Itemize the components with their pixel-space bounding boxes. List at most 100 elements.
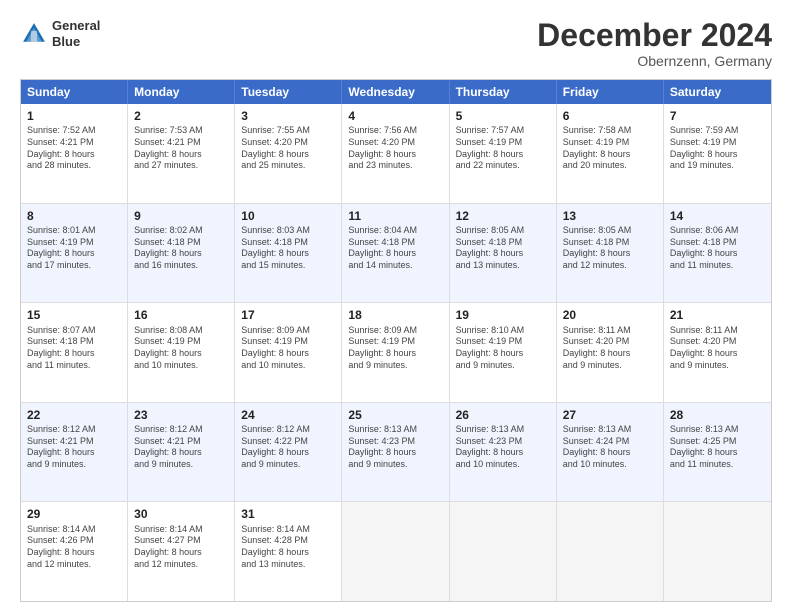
calendar-cell: 21 Sunrise: 8:11 AM Sunset: 4:20 PM Dayli… — [664, 303, 771, 402]
day-number: 26 — [456, 407, 550, 423]
calendar-cell — [342, 502, 449, 601]
calendar-cell: 10Sunrise: 8:03 AM Sunset: 4:18 PM Dayli… — [235, 204, 342, 303]
calendar-body: 1Sunrise: 7:52 AM Sunset: 4:21 PM Daylig… — [21, 104, 771, 601]
calendar-cell: 30 Sunrise: 8:14 AM Sunset: 4:27 PM Dayli… — [128, 502, 235, 601]
calendar-cell: 7Sunrise: 7:59 AM Sunset: 4:19 PM Daylig… — [664, 104, 771, 203]
day-number: 1 — [27, 108, 121, 124]
day-info: Sunrise: 8:14 AM Sunset: 4:26 PM Dayligh… — [27, 524, 121, 571]
calendar-cell: 13Sunrise: 8:05 AM Sunset: 4:18 PM Dayli… — [557, 204, 664, 303]
day-number: 14 — [670, 208, 765, 224]
calendar-cell: 6Sunrise: 7:58 AM Sunset: 4:19 PM Daylig… — [557, 104, 664, 203]
calendar-cell: 22Sunrise: 8:12 AM Sunset: 4:21 PM Dayli… — [21, 403, 128, 502]
header-day-monday: Monday — [128, 80, 235, 104]
day-number: 9 — [134, 208, 228, 224]
calendar-cell: 8Sunrise: 8:01 AM Sunset: 4:19 PM Daylig… — [21, 204, 128, 303]
calendar-cell: 26Sunrise: 8:13 AM Sunset: 4:23 PM Dayli… — [450, 403, 557, 502]
day-number: 5 — [456, 108, 550, 124]
calendar-cell: 24Sunrise: 8:12 AM Sunset: 4:22 PM Dayli… — [235, 403, 342, 502]
calendar-cell: 20 Sunrise: 8:11 AM Sunset: 4:20 PM Dayli… — [557, 303, 664, 402]
day-info: Sunrise: 8:09 AM Sunset: 4:19 PM Dayligh… — [348, 325, 442, 372]
calendar-row: 15Sunrise: 8:07 AM Sunset: 4:18 PM Dayli… — [21, 302, 771, 402]
day-number: 30 — [134, 506, 228, 522]
day-info: Sunrise: 7:52 AM Sunset: 4:21 PM Dayligh… — [27, 125, 121, 172]
day-info: Sunrise: 8:08 AM Sunset: 4:19 PM Dayligh… — [134, 325, 228, 372]
calendar-cell: 1Sunrise: 7:52 AM Sunset: 4:21 PM Daylig… — [21, 104, 128, 203]
day-number: 4 — [348, 108, 442, 124]
day-info: Sunrise: 8:14 AM Sunset: 4:27 PM Dayligh… — [134, 524, 228, 571]
calendar-cell — [450, 502, 557, 601]
calendar-row: 29 Sunrise: 8:14 AM Sunset: 4:26 PM Dayli… — [21, 501, 771, 601]
day-number: 6 — [563, 108, 657, 124]
calendar-cell: 3Sunrise: 7:55 AM Sunset: 4:20 PM Daylig… — [235, 104, 342, 203]
day-number: 11 — [348, 208, 442, 224]
day-number: 3 — [241, 108, 335, 124]
day-info: Sunrise: 8:13 AM Sunset: 4:24 PM Dayligh… — [563, 424, 657, 471]
calendar-row: 8Sunrise: 8:01 AM Sunset: 4:19 PM Daylig… — [21, 203, 771, 303]
calendar-cell: 15Sunrise: 8:07 AM Sunset: 4:18 PM Dayli… — [21, 303, 128, 402]
day-info: Sunrise: 8:12 AM Sunset: 4:21 PM Dayligh… — [134, 424, 228, 471]
day-info: Sunrise: 8:05 AM Sunset: 4:18 PM Dayligh… — [456, 225, 550, 272]
day-number: 10 — [241, 208, 335, 224]
day-number: 7 — [670, 108, 765, 124]
calendar-cell: 18 Sunrise: 8:09 AM Sunset: 4:19 PM Dayli… — [342, 303, 449, 402]
calendar-cell: 11Sunrise: 8:04 AM Sunset: 4:18 PM Dayli… — [342, 204, 449, 303]
day-number: 29 — [27, 506, 121, 522]
calendar-cell: 27Sunrise: 8:13 AM Sunset: 4:24 PM Dayli… — [557, 403, 664, 502]
day-info: Sunrise: 8:01 AM Sunset: 4:19 PM Dayligh… — [27, 225, 121, 272]
calendar-cell: 4Sunrise: 7:56 AM Sunset: 4:20 PM Daylig… — [342, 104, 449, 203]
calendar-cell: 5Sunrise: 7:57 AM Sunset: 4:19 PM Daylig… — [450, 104, 557, 203]
day-info: Sunrise: 8:03 AM Sunset: 4:18 PM Dayligh… — [241, 225, 335, 272]
header-day-saturday: Saturday — [664, 80, 771, 104]
day-info: Sunrise: 7:58 AM Sunset: 4:19 PM Dayligh… — [563, 125, 657, 172]
month-title: December 2024 — [537, 18, 772, 53]
calendar-cell: 19 Sunrise: 8:10 AM Sunset: 4:19 PM Dayli… — [450, 303, 557, 402]
day-info: Sunrise: 7:55 AM Sunset: 4:20 PM Dayligh… — [241, 125, 335, 172]
day-info: Sunrise: 8:13 AM Sunset: 4:23 PM Dayligh… — [348, 424, 442, 471]
day-number: 18 — [348, 307, 442, 323]
day-number: 15 — [27, 307, 121, 323]
day-number: 8 — [27, 208, 121, 224]
calendar-cell: 31 Sunrise: 8:14 AM Sunset: 4:28 PM Dayli… — [235, 502, 342, 601]
day-number: 2 — [134, 108, 228, 124]
header-day-tuesday: Tuesday — [235, 80, 342, 104]
day-info: Sunrise: 8:14 AM Sunset: 4:28 PM Dayligh… — [241, 524, 335, 571]
calendar-header: SundayMondayTuesdayWednesdayThursdayFrid… — [21, 80, 771, 104]
header-day-friday: Friday — [557, 80, 664, 104]
calendar-cell — [664, 502, 771, 601]
day-number: 22 — [27, 407, 121, 423]
day-info: Sunrise: 8:10 AM Sunset: 4:19 PM Dayligh… — [456, 325, 550, 372]
calendar-cell: 17 Sunrise: 8:09 AM Sunset: 4:19 PM Dayli… — [235, 303, 342, 402]
calendar-cell: 16Sunrise: 8:08 AM Sunset: 4:19 PM Dayli… — [128, 303, 235, 402]
calendar-cell: 23Sunrise: 8:12 AM Sunset: 4:21 PM Dayli… — [128, 403, 235, 502]
header-day-thursday: Thursday — [450, 80, 557, 104]
calendar-cell: 2Sunrise: 7:53 AM Sunset: 4:21 PM Daylig… — [128, 104, 235, 203]
day-info: Sunrise: 8:11 AM Sunset: 4:20 PM Dayligh… — [563, 325, 657, 372]
calendar-cell: 9Sunrise: 8:02 AM Sunset: 4:18 PM Daylig… — [128, 204, 235, 303]
day-info: Sunrise: 8:12 AM Sunset: 4:21 PM Dayligh… — [27, 424, 121, 471]
day-number: 25 — [348, 407, 442, 423]
day-info: Sunrise: 8:04 AM Sunset: 4:18 PM Dayligh… — [348, 225, 442, 272]
day-info: Sunrise: 8:02 AM Sunset: 4:18 PM Dayligh… — [134, 225, 228, 272]
day-number: 21 — [670, 307, 765, 323]
day-number: 20 — [563, 307, 657, 323]
day-info: Sunrise: 8:13 AM Sunset: 4:25 PM Dayligh… — [670, 424, 765, 471]
calendar-cell: 28Sunrise: 8:13 AM Sunset: 4:25 PM Dayli… — [664, 403, 771, 502]
day-info: Sunrise: 8:12 AM Sunset: 4:22 PM Dayligh… — [241, 424, 335, 471]
day-number: 31 — [241, 506, 335, 522]
day-info: Sunrise: 8:09 AM Sunset: 4:19 PM Dayligh… — [241, 325, 335, 372]
calendar-cell — [557, 502, 664, 601]
day-number: 17 — [241, 307, 335, 323]
title-block: December 2024 Obernzenn, Germany — [537, 18, 772, 69]
day-info: Sunrise: 8:11 AM Sunset: 4:20 PM Dayligh… — [670, 325, 765, 372]
calendar-cell: 14Sunrise: 8:06 AM Sunset: 4:18 PM Dayli… — [664, 204, 771, 303]
calendar-row: 1Sunrise: 7:52 AM Sunset: 4:21 PM Daylig… — [21, 104, 771, 203]
logo-icon — [20, 20, 48, 48]
day-info: Sunrise: 7:56 AM Sunset: 4:20 PM Dayligh… — [348, 125, 442, 172]
day-info: Sunrise: 8:06 AM Sunset: 4:18 PM Dayligh… — [670, 225, 765, 272]
day-info: Sunrise: 7:59 AM Sunset: 4:19 PM Dayligh… — [670, 125, 765, 172]
day-info: Sunrise: 8:05 AM Sunset: 4:18 PM Dayligh… — [563, 225, 657, 272]
day-info: Sunrise: 7:57 AM Sunset: 4:19 PM Dayligh… — [456, 125, 550, 172]
logo-line2: Blue — [52, 34, 100, 50]
day-number: 19 — [456, 307, 550, 323]
day-info: Sunrise: 7:53 AM Sunset: 4:21 PM Dayligh… — [134, 125, 228, 172]
